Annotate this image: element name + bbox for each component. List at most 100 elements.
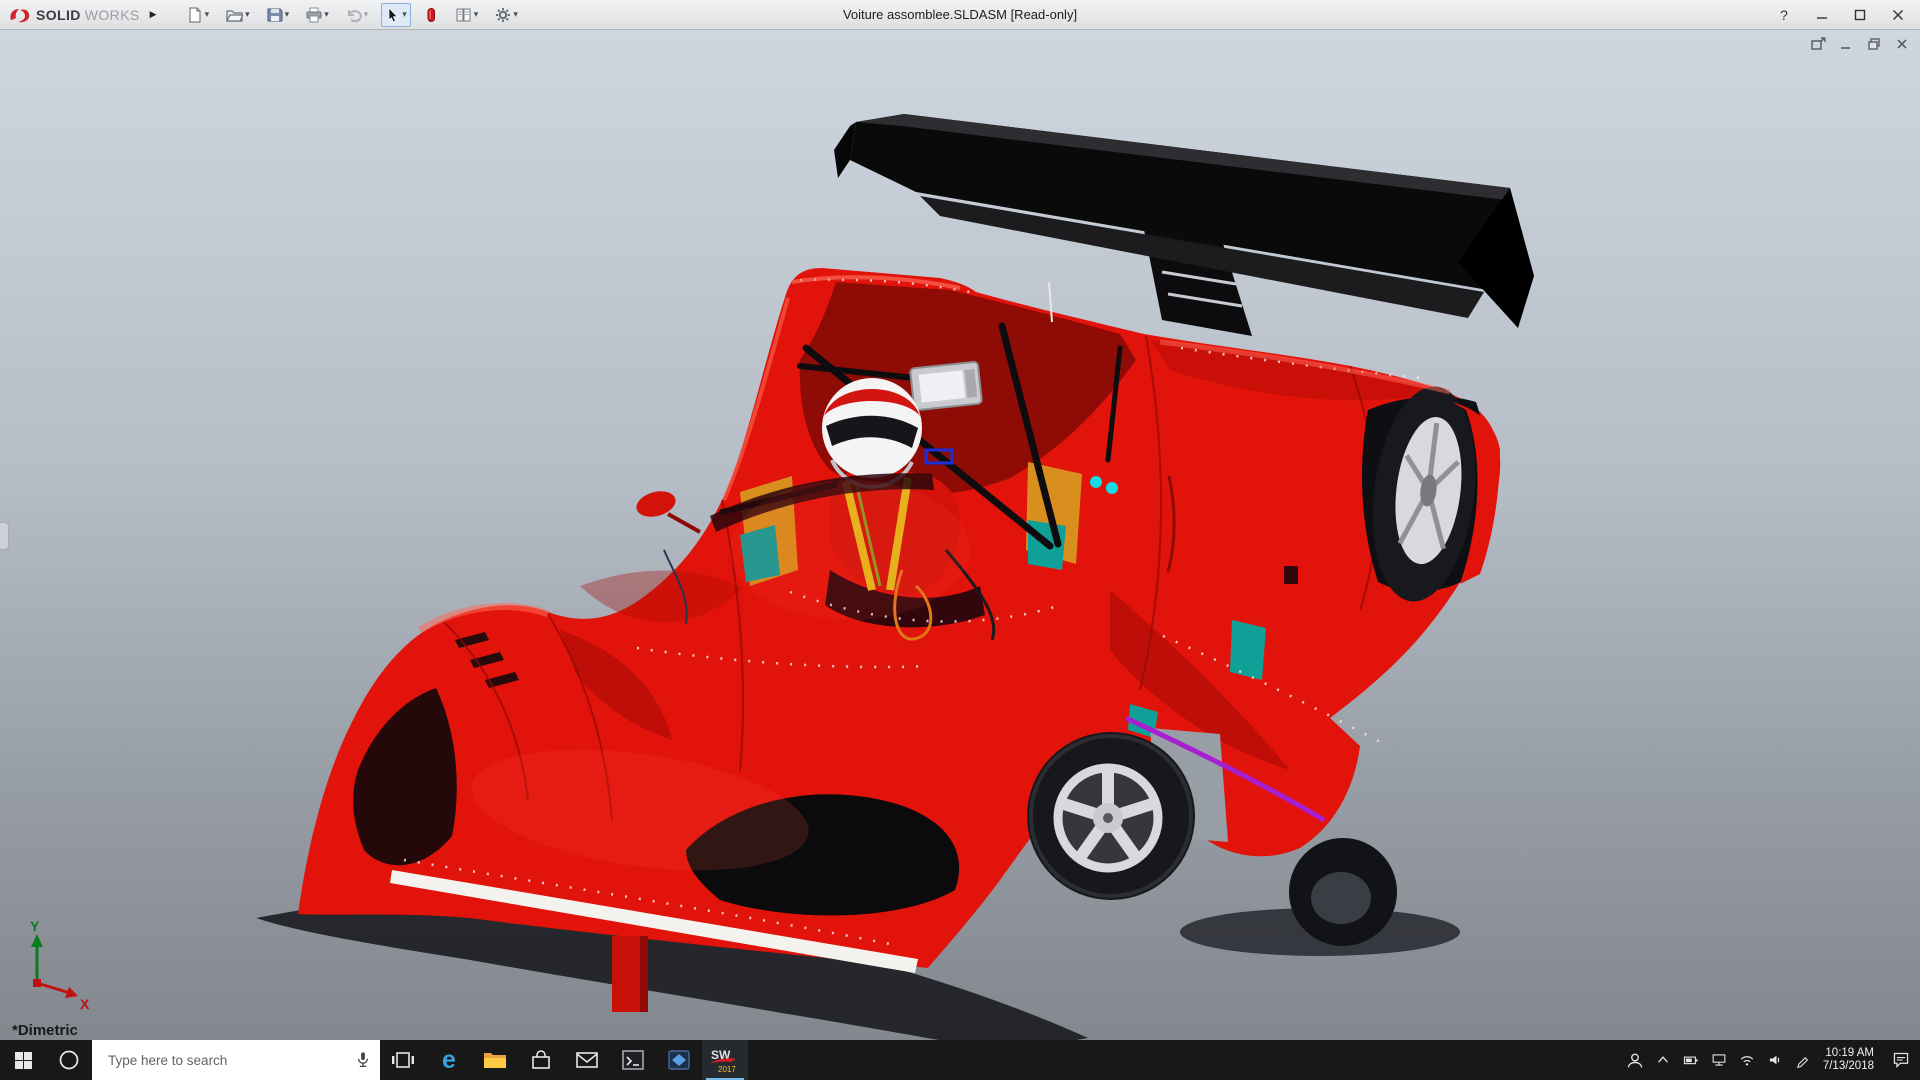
- dropdown-caret-icon[interactable]: [364, 9, 369, 20]
- wifi-button[interactable]: [1733, 1040, 1761, 1080]
- orientation-triad: Y X: [16, 917, 96, 1014]
- float-window-button[interactable]: [1810, 36, 1826, 52]
- logo-text-works: WORKS: [85, 7, 140, 23]
- people-icon: [1626, 1051, 1644, 1069]
- action-center-button[interactable]: [1882, 1040, 1920, 1080]
- search-input[interactable]: [106, 1052, 356, 1069]
- ink-workspace-button[interactable]: [1789, 1040, 1817, 1080]
- wifi-icon: [1738, 1052, 1756, 1068]
- graphics-area[interactable]: Y X *Dimetric: [0, 30, 1920, 1040]
- windows-logo-icon: [15, 1052, 32, 1069]
- 3d-model-viewport[interactable]: [0, 30, 1920, 1040]
- pod-vent: [1284, 566, 1298, 584]
- doc-close-button[interactable]: [1894, 36, 1910, 52]
- mail-icon: [576, 1051, 598, 1069]
- network-icon: [1710, 1052, 1728, 1068]
- microphone-icon[interactable]: [356, 1051, 370, 1069]
- doc-minimize-icon: [1839, 37, 1853, 51]
- print-icon: [306, 7, 322, 23]
- float-window-icon: [1811, 37, 1826, 51]
- battery-button[interactable]: [1677, 1040, 1705, 1080]
- doc-minimize-button[interactable]: [1838, 36, 1854, 52]
- dropdown-caret-icon[interactable]: [285, 9, 290, 20]
- console-app-button[interactable]: [610, 1040, 656, 1080]
- select-button[interactable]: [381, 3, 411, 27]
- solidworks-taskbar-button[interactable]: SW 2017: [702, 1040, 748, 1080]
- cortana-button[interactable]: [46, 1040, 92, 1080]
- record-macro-icon: [424, 7, 438, 23]
- cyan-detail-dot: [1106, 482, 1118, 494]
- triad-y-label: Y: [30, 918, 40, 934]
- undo-icon: [346, 7, 362, 23]
- taskbar-search[interactable]: [92, 1040, 380, 1080]
- window-controls: ?: [1774, 5, 1912, 25]
- solidworks-window: SOLIDWORKS ▶: [0, 0, 1920, 1080]
- print-button[interactable]: [302, 3, 333, 27]
- feature-tree-collapsed-tab[interactable]: [0, 522, 9, 550]
- document-window-controls: [1810, 36, 1910, 52]
- cortana-icon: [58, 1049, 80, 1071]
- viewer-app-button[interactable]: [656, 1040, 702, 1080]
- file-explorer-icon: [483, 1050, 507, 1070]
- help-button[interactable]: ?: [1774, 5, 1794, 25]
- svg-text:e: e: [442, 1047, 456, 1073]
- clock-time: 10:19 AM: [1823, 1047, 1874, 1060]
- dropdown-caret-icon[interactable]: [205, 9, 210, 20]
- volume-button[interactable]: [1761, 1040, 1789, 1080]
- action-center-icon: [1892, 1051, 1910, 1069]
- new-document-icon: [187, 7, 203, 23]
- dropdown-caret-icon[interactable]: [513, 9, 518, 20]
- edge-button[interactable]: e: [426, 1040, 472, 1080]
- save-icon: [267, 7, 283, 23]
- store-icon: [530, 1049, 552, 1071]
- file-explorer-button[interactable]: [472, 1040, 518, 1080]
- network-button[interactable]: [1705, 1040, 1733, 1080]
- quick-toolbar: [183, 3, 522, 27]
- task-view-button[interactable]: [380, 1040, 426, 1080]
- windows-taskbar: e: [0, 1040, 1920, 1080]
- close-button[interactable]: [1888, 5, 1908, 25]
- system-tray: 10:19 AM 7/13/2018: [1621, 1040, 1920, 1080]
- maximize-button[interactable]: [1850, 5, 1870, 25]
- undo-button[interactable]: [342, 3, 373, 27]
- dropdown-caret-icon[interactable]: [245, 9, 250, 20]
- triad-x-label: X: [80, 996, 90, 1009]
- clock-date: 7/13/2018: [1823, 1060, 1874, 1073]
- ds-logo-icon: [8, 6, 32, 24]
- front-right-wheel[interactable]: [1027, 732, 1195, 900]
- solidworks-app-icon: SW 2017: [709, 1046, 741, 1074]
- people-button[interactable]: [1621, 1040, 1649, 1080]
- hidden-icons-button[interactable]: [1649, 1040, 1677, 1080]
- taskbar-clock[interactable]: 10:19 AM 7/13/2018: [1817, 1047, 1882, 1073]
- minimize-icon: [1816, 9, 1828, 21]
- record-macro-button[interactable]: [420, 3, 442, 27]
- doc-restore-icon: [1867, 37, 1881, 51]
- rear-left-wheel[interactable]: [1289, 838, 1397, 946]
- start-button[interactable]: [0, 1040, 46, 1080]
- rear-view-mirror: [910, 362, 982, 411]
- new-document-button[interactable]: [183, 3, 214, 27]
- titlebar: SOLIDWORKS ▶: [0, 0, 1920, 30]
- viewer-app-icon: [668, 1050, 690, 1070]
- store-button[interactable]: [518, 1040, 564, 1080]
- task-view-icon: [392, 1050, 414, 1070]
- dropdown-caret-icon[interactable]: [324, 9, 329, 20]
- toolbar-flyout-arrow[interactable]: ▶: [150, 9, 157, 20]
- volume-icon: [1766, 1052, 1784, 1068]
- options-button[interactable]: [491, 3, 522, 27]
- save-button[interactable]: [263, 3, 294, 27]
- open-button[interactable]: [222, 3, 254, 27]
- design-library-button[interactable]: [451, 3, 483, 27]
- minimize-button[interactable]: [1812, 5, 1832, 25]
- maximize-icon: [1854, 9, 1866, 21]
- doc-restore-button[interactable]: [1866, 36, 1882, 52]
- view-orientation-label: *Dimetric: [12, 1022, 78, 1039]
- pen-icon: [1795, 1052, 1811, 1068]
- chevron-up-icon: [1655, 1052, 1671, 1068]
- rear-right-wheel[interactable]: [1361, 381, 1500, 608]
- dropdown-caret-icon[interactable]: [402, 9, 407, 20]
- svg-text:2017: 2017: [718, 1065, 736, 1074]
- edge-icon: e: [436, 1047, 462, 1073]
- mail-button[interactable]: [564, 1040, 610, 1080]
- dropdown-caret-icon[interactable]: [474, 9, 479, 20]
